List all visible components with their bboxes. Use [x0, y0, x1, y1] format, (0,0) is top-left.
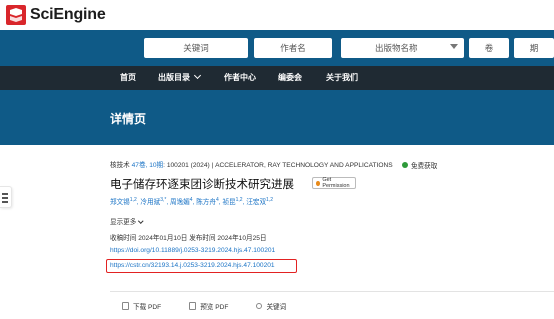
brand-name: SciEngine: [30, 6, 106, 23]
published-label: 发布时间: [189, 235, 216, 242]
author-name: 冷用斌: [140, 199, 161, 206]
author-affiliation: 4: [216, 196, 219, 203]
menu-line-icon: [2, 201, 8, 203]
author-link[interactable]: 祯昆1,2: [222, 196, 243, 206]
chevron-down-icon: [138, 218, 144, 224]
chevron-down-icon: [193, 71, 202, 80]
author-name: 陈方舟: [196, 199, 216, 206]
show-more-toggle[interactable]: 显示更多: [110, 216, 144, 226]
site-logo[interactable]: SciEngine: [6, 4, 106, 26]
author-affiliation: 3,*: [160, 196, 167, 203]
open-access-icon: [402, 162, 408, 168]
volume-issue-link[interactable]: 47卷, 10期: [132, 162, 164, 169]
chevron-down-icon: [450, 44, 458, 49]
permission-icon: [316, 180, 321, 186]
download-pdf-label: 下载 PDF: [133, 304, 162, 311]
author-link[interactable]: 郑文锡1,2: [110, 196, 137, 206]
get-permission-label: Get Permission: [322, 177, 350, 189]
issue-input[interactable]: 期: [514, 38, 554, 58]
author-affiliation: 1,2: [129, 196, 137, 203]
nav-item-catalog-label: 出版目录: [158, 73, 190, 82]
divider: [110, 291, 554, 292]
author-affiliation: 1,2: [235, 196, 243, 203]
author-link[interactable]: 陈方舟4: [196, 196, 219, 206]
sciengine-logo-icon: [6, 5, 26, 25]
publication-select[interactable]: 出版物名称: [341, 38, 464, 58]
main-nav: 首页 出版目录 作者中心 编委会 关于我们: [0, 66, 554, 90]
author-name: 祯昆: [222, 199, 236, 206]
menu-line-icon: [2, 197, 8, 199]
publication-select-label: 出版物名称: [375, 43, 418, 53]
author-link[interactable]: 冷用斌3,*: [140, 196, 167, 206]
nav-item-catalog[interactable]: 出版目录: [158, 66, 202, 90]
article-meta: 核技术 47卷, 10期: 100201 (2024) | ACCELERATO…: [110, 159, 393, 169]
author-name: 汪宏双: [246, 199, 267, 206]
open-access-label: 免费获取: [411, 163, 438, 170]
keyword-input[interactable]: 关键词: [144, 38, 248, 58]
page-banner: 详情页: [0, 90, 554, 145]
menu-line-icon: [2, 193, 8, 195]
journal-name: 核技术: [110, 162, 130, 169]
received-label: 收稿时间: [110, 235, 137, 242]
article-dates: 收稿时间 2024年01月10日 发布时间 2024年10月25日: [110, 232, 267, 242]
published-date: 2024年10月25日: [217, 235, 267, 242]
author-list: 郑文锡1,2, 冷用斌3,*, 周逸媚4, 陈方舟4, 祯昆1,2, 汪宏双1,…: [110, 196, 273, 206]
header-logo-strip: SciEngine: [0, 0, 554, 30]
article-meta-rest: : 100201 (2024) | ACCELERATOR, RAY TECHN…: [163, 162, 393, 169]
author-input[interactable]: 作者名: [254, 38, 332, 58]
author-link[interactable]: 汪宏双1,2: [246, 196, 273, 206]
key-icon: [256, 303, 263, 309]
author-affiliation: 1,2: [266, 196, 273, 203]
preview-pdf-label: 预览 PDF: [200, 304, 229, 311]
preview-pdf-button[interactable]: 预览 PDF: [189, 301, 228, 311]
article-toolbar: 下载 PDF 预览 PDF 关键词: [122, 301, 314, 311]
author-link[interactable]: 周逸媚4: [169, 196, 193, 206]
get-permission-button[interactable]: Get Permission: [312, 177, 356, 189]
author-name: 郑文锡: [110, 199, 130, 206]
document-icon: [189, 302, 197, 310]
keywords-button[interactable]: 关键词: [256, 301, 286, 311]
show-more-label: 显示更多: [110, 219, 137, 226]
keywords-label: 关键词: [266, 304, 287, 311]
nav-item-author-center[interactable]: 作者中心: [224, 66, 256, 90]
download-pdf-button[interactable]: 下载 PDF: [122, 301, 161, 311]
doi-link[interactable]: https://doi.org/10.11889/j.0253-3219.202…: [110, 247, 275, 254]
author-name: 周逸媚: [169, 199, 190, 206]
side-menu-toggle[interactable]: [0, 186, 12, 208]
nav-item-about[interactable]: 关于我们: [326, 66, 358, 90]
article-title: 电子储存环逐束团诊断技术研究进展: [110, 179, 294, 191]
open-access-badge: 免费获取: [402, 160, 437, 170]
nav-item-editorial-board[interactable]: 编委会: [278, 66, 302, 90]
search-bar: 关键词 作者名 出版物名称 卷 期: [0, 30, 554, 66]
volume-input[interactable]: 卷: [469, 38, 509, 58]
nav-item-home[interactable]: 首页: [120, 66, 136, 90]
download-icon: [122, 302, 129, 310]
author-affiliation: 4: [189, 196, 193, 203]
cstr-link[interactable]: https://cstr.cn/32193.14.j.0253-3219.202…: [110, 262, 275, 269]
received-date: 2024年01月10日: [138, 235, 188, 242]
page-title: 详情页: [110, 112, 147, 126]
